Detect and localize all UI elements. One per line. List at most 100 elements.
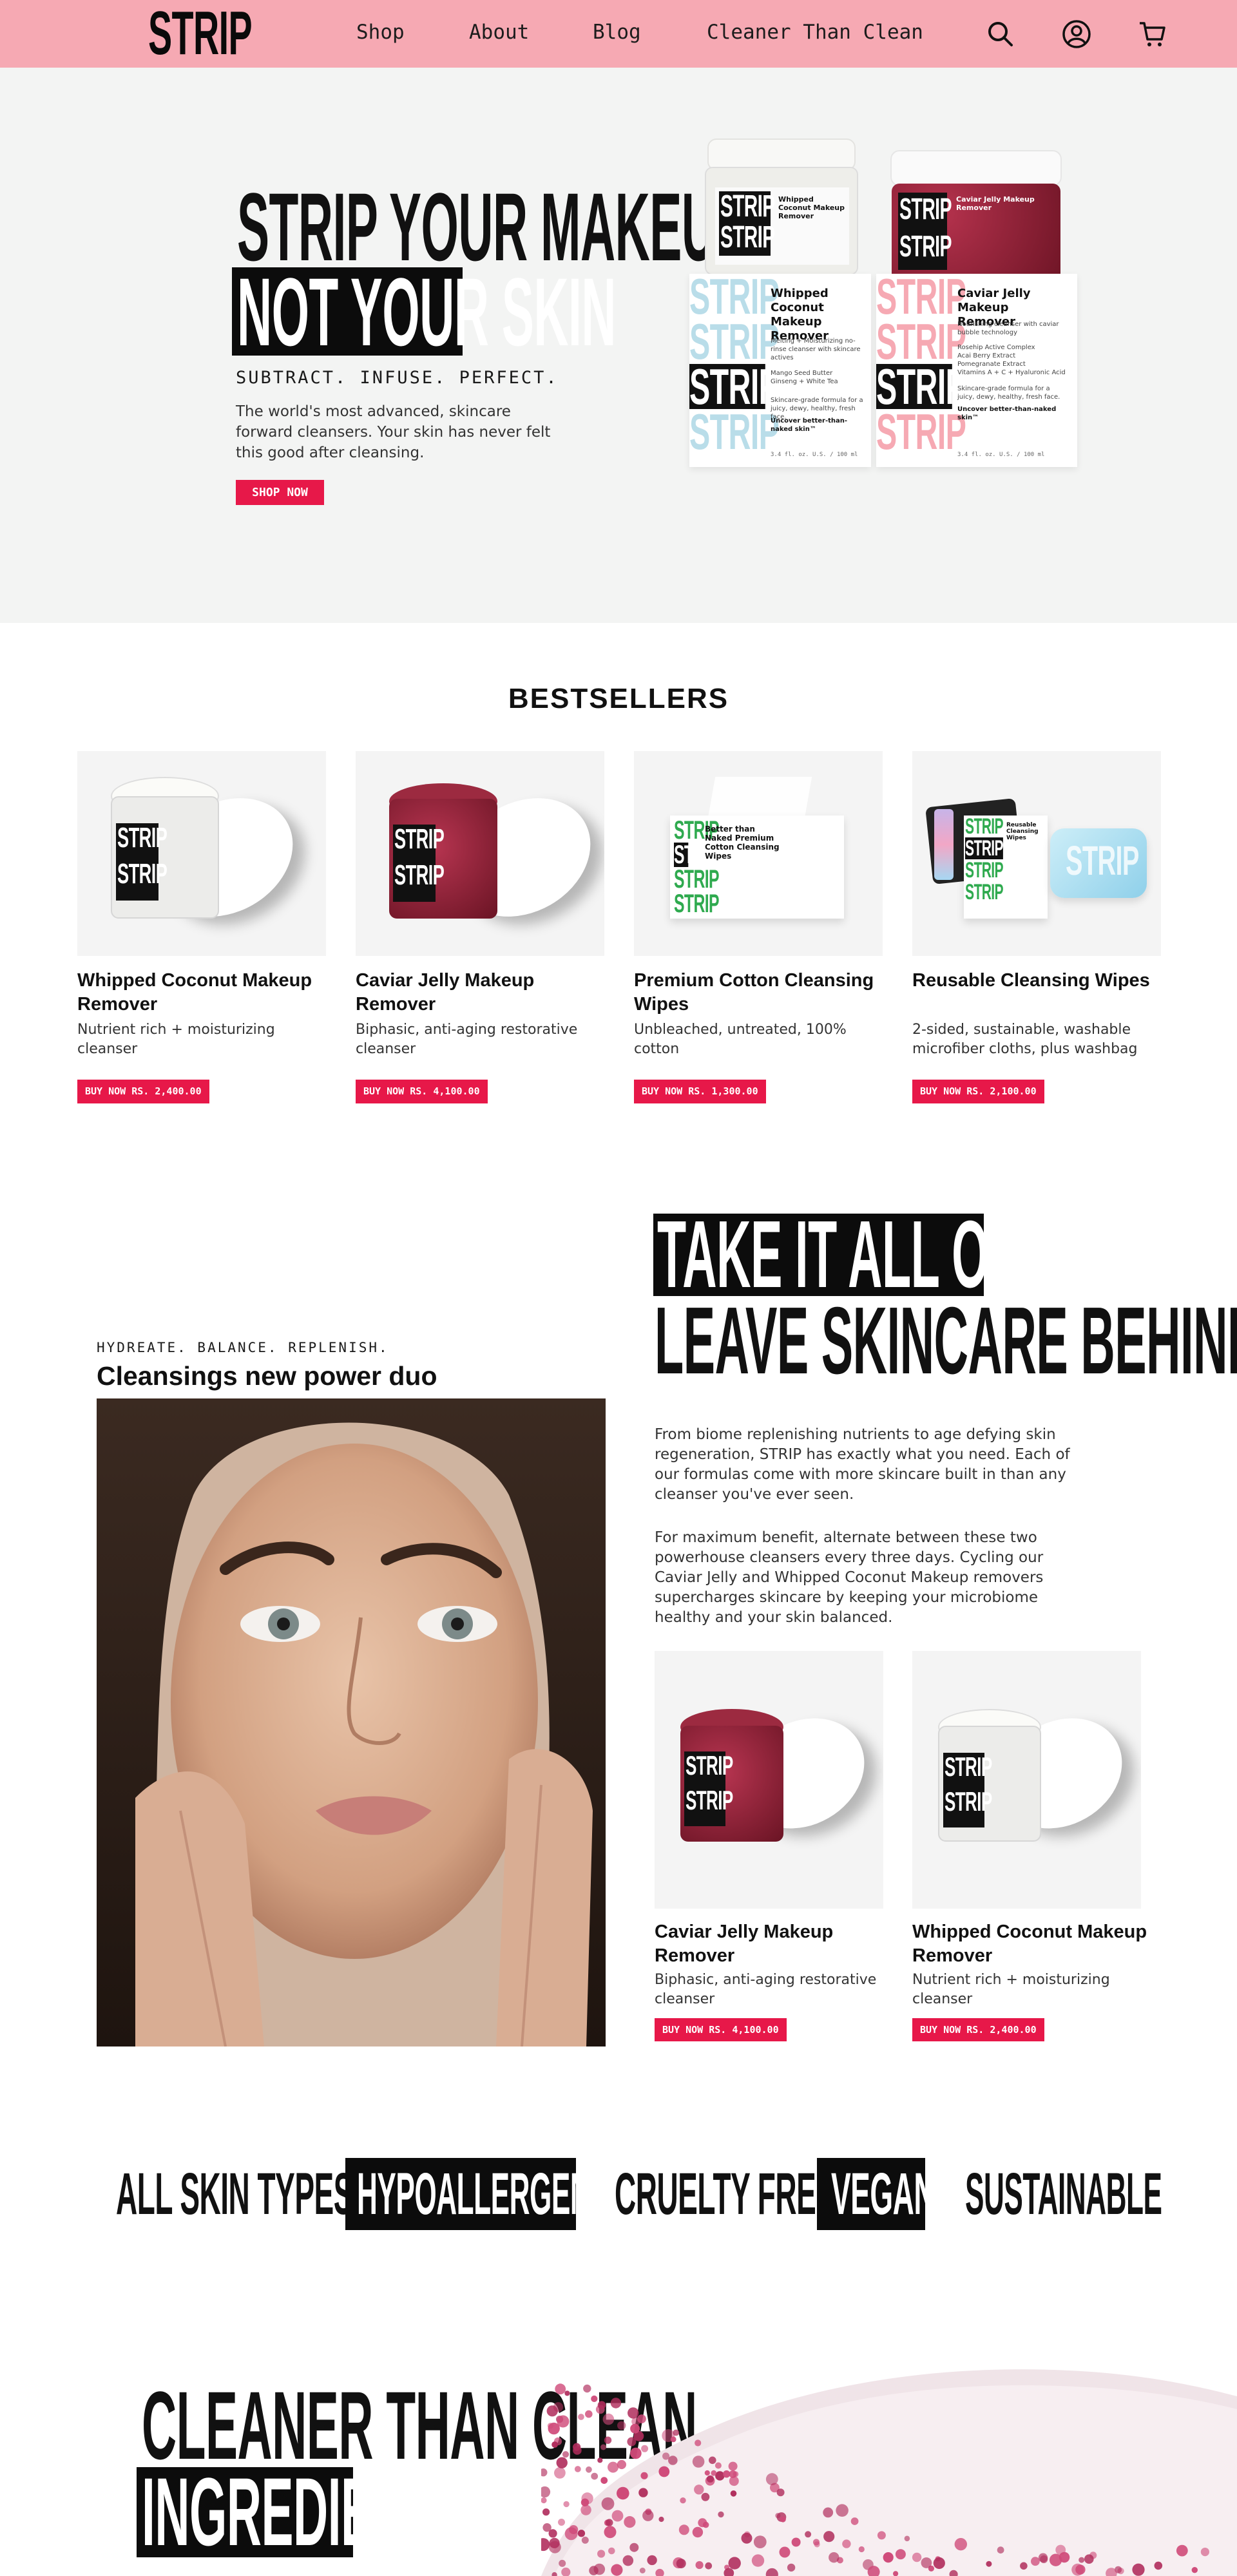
caviar-bubble: [823, 2507, 834, 2518]
caviar-bubble: [564, 2390, 570, 2396]
caviar-bubble: [578, 2414, 584, 2420]
caviar-bubble: [593, 2563, 606, 2575]
caviar-bubble: [597, 2550, 606, 2558]
buy-now-button[interactable]: BUY NOW RS. 2,400.00: [912, 2018, 1044, 2041]
product-image[interactable]: STRIP STRIP: [77, 751, 326, 956]
caviar-bubble: [586, 2466, 592, 2473]
product-name[interactable]: Caviar Jelly Makeup Remover: [356, 969, 600, 1016]
nav-shop[interactable]: Shop: [356, 21, 405, 44]
reusable-box-title: Reusable Cleansing Wipes: [1006, 822, 1039, 841]
caviar-bubble: [753, 2535, 767, 2548]
caviar-bubble: [1020, 2562, 1028, 2570]
caviar-bubble: [842, 2539, 851, 2548]
caviar-bubble: [647, 2555, 657, 2566]
nav-cleaner-than-clean[interactable]: Cleaner Than Clean: [707, 21, 923, 44]
product-description: Nutrient rich + moisturizing cleanser: [912, 1972, 1110, 2007]
product-description: Nutrient rich + moisturizing cleanser: [77, 1022, 275, 1057]
caviar-bubble: [670, 2436, 676, 2443]
ingredients-headline-2-highlight: INGREDIENTS: [137, 2463, 469, 2560]
badge-label: SUSTAINABLE: [965, 2161, 1162, 2227]
badge-label: HYPOALLERGENIC: [357, 2161, 618, 2227]
caviar-bubble: [600, 2477, 608, 2484]
product-image[interactable]: STRIP STRIP: [356, 751, 604, 956]
product-image[interactable]: STRIP STRIP: [912, 1651, 1141, 1909]
caviar-bubble: [787, 2563, 796, 2572]
product-image[interactable]: STRIP STRIP STRIP STRIP Better than Nake…: [634, 751, 883, 956]
caviar-bubble: [601, 2497, 615, 2510]
product-name[interactable]: Whipped Coconut Makeup Remover: [912, 1920, 1157, 1968]
duo-headline-1-highlight: TAKE IT ALL OFF,: [653, 1207, 1054, 1302]
hero-headline-2-highlight: NOT YOUR SKIN: [232, 263, 617, 360]
caviar-bubble: [883, 2552, 894, 2563]
search-icon[interactable]: [986, 19, 1015, 49]
product-description: Biphasic, anti-aging restorative cleanse…: [655, 1972, 877, 2007]
caviar-bubble: [662, 2452, 670, 2460]
product-name[interactable]: Premium Cotton Cleansing Wipes: [634, 969, 879, 1016]
badge-label: VEGAN: [831, 2161, 935, 2227]
caviar-bubble: [718, 2511, 724, 2518]
account-icon[interactable]: [1062, 19, 1091, 49]
caviar-bubble: [597, 2457, 603, 2463]
caviar-bubble: [673, 2429, 680, 2436]
duo-title: Cleansings new power duo: [97, 1361, 437, 1391]
box-note-caviar: Skincare-grade formula for a juicy, dewy…: [957, 385, 1060, 401]
nav-about[interactable]: About: [469, 21, 529, 44]
caviar-bubble: [555, 2383, 566, 2395]
buy-now-button[interactable]: BUY NOW RS. 4,100.00: [356, 1080, 488, 1103]
caviar-bubble: [617, 2486, 629, 2500]
caviar-bubble: [641, 2445, 649, 2452]
caviar-bubble: [823, 2531, 835, 2543]
product-description: Biphasic, anti-aging restorative cleanse…: [356, 1022, 578, 1057]
caviar-bubble: [954, 2538, 967, 2551]
buy-now-button[interactable]: BUY NOW RS. 4,100.00: [655, 2018, 787, 2041]
caviar-bubble: [692, 2526, 704, 2538]
caviar-bubble: [1154, 2561, 1163, 2570]
caviar-bubble: [574, 2466, 581, 2472]
product-image[interactable]: STRIP STRIP: [655, 1651, 883, 1909]
caviar-bubble: [904, 2535, 910, 2542]
caviar-bubble: [562, 2451, 570, 2458]
caviar-bubble: [580, 2504, 591, 2515]
caviar-bubble: [1084, 2554, 1094, 2564]
caviar-bubble: [933, 2557, 945, 2570]
caviar-bubble: [551, 2441, 558, 2448]
caviar-bubble: [597, 2401, 606, 2409]
shop-now-button[interactable]: SHOP NOW: [236, 480, 324, 505]
caviar-bubble: [637, 2414, 646, 2423]
caviar-bubble: [642, 2510, 654, 2521]
caviar-bubble: [658, 2516, 664, 2523]
caviar-box: STRIP STRIP STRIP STRIP Caviar Jelly Mak…: [876, 271, 1077, 467]
caviar-bubble: [558, 2519, 565, 2526]
strip-logo[interactable]: STRIP: [148, 3, 253, 64]
caviar-bubble: [668, 2456, 678, 2465]
coconut-box: STRIP STRIP STRIP STRIP Whipped Coconut …: [689, 271, 871, 467]
caviar-bubble: [836, 2504, 849, 2517]
box-lines-caviar: Nourishing cleanser with caviar bubble t…: [957, 321, 1059, 336]
box-ingredients: Mango Seed Butter Ginseng + White Tea: [771, 370, 838, 385]
cart-icon[interactable]: [1138, 19, 1167, 49]
caviar-bubble: [858, 2546, 865, 2553]
caviar-bubble: [581, 2536, 589, 2544]
product-name[interactable]: Caviar Jelly Makeup Remover: [655, 1920, 899, 1968]
product-image[interactable]: STRIP STRIP STRIP STRIP Reusable Cleansi…: [912, 751, 1161, 956]
caviar-bubble: [986, 2561, 992, 2567]
caviar-bubble: [775, 2513, 781, 2519]
caviar-bubble: [751, 2554, 765, 2567]
buy-now-button[interactable]: BUY NOW RS. 1,300.00: [634, 1080, 766, 1103]
product-name[interactable]: Reusable Cleansing Wipes: [912, 969, 1157, 993]
box-slogan-caviar: Uncover better-than-naked skin™: [957, 406, 1057, 421]
buy-now-button[interactable]: BUY NOW RS. 2,100.00: [912, 1080, 1044, 1103]
caviar-bubble: [617, 2421, 626, 2430]
caviar-bubble: [630, 2447, 642, 2459]
coconut-jar: STRIP STRIP Whipped Coconut Makeup Remov…: [705, 167, 858, 275]
caviar-bubble: [1031, 2557, 1040, 2566]
box-lines: Melting + Moisturizing no-rinse cleanser…: [771, 338, 861, 361]
caviar-bubble: [695, 2439, 702, 2447]
caviar-bubble: [780, 2516, 786, 2523]
buy-now-button[interactable]: BUY NOW RS. 2,400.00: [77, 1080, 209, 1103]
caviar-bubble: [1038, 2553, 1048, 2562]
product-name[interactable]: Whipped Coconut Makeup Remover: [77, 969, 322, 1016]
site-header: STRIP Shop About Blog Cleaner Than Clean: [0, 0, 1237, 68]
nav-blog[interactable]: Blog: [593, 21, 641, 44]
badge-label: CRUELTY FREE: [615, 2161, 836, 2227]
